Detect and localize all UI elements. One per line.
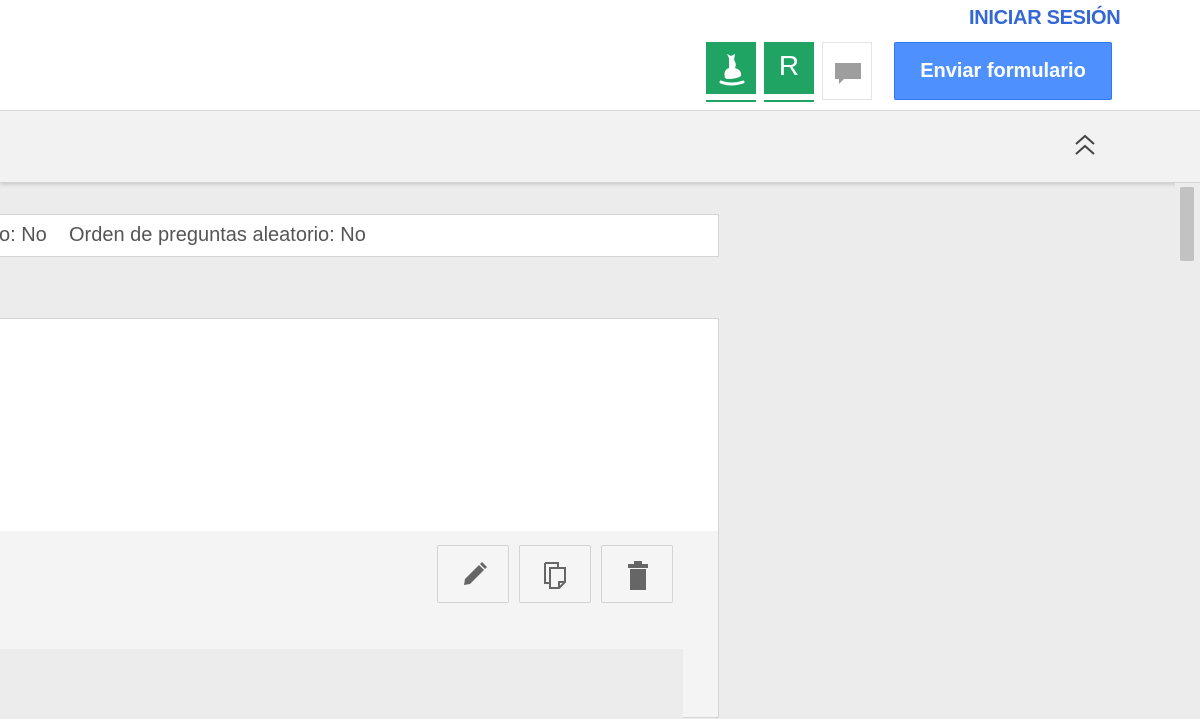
question-card-inner-block xyxy=(0,649,683,719)
toolbar-strip xyxy=(0,111,1200,183)
trash-icon xyxy=(628,561,648,590)
chat-bubble-icon xyxy=(835,63,861,84)
edit-button[interactable] xyxy=(437,545,509,603)
settings-partial-text: o: No xyxy=(0,224,47,246)
addon-r-button[interactable]: R xyxy=(764,42,814,102)
question-card[interactable] xyxy=(0,318,719,719)
signin-link[interactable]: INICIAR SESIÓN xyxy=(969,7,1121,30)
double-chevron-up-icon[interactable] xyxy=(1074,132,1096,158)
animal-logo-icon xyxy=(719,54,745,86)
delete-button[interactable] xyxy=(601,545,673,603)
send-form-button[interactable]: Enviar formulario xyxy=(894,42,1112,100)
random-order-setting: Orden de preguntas aleatorio: No xyxy=(69,224,366,246)
comments-button[interactable] xyxy=(822,42,872,100)
addon-animal-button[interactable] xyxy=(706,42,756,102)
top-bar: INICIAR SESIÓN R Enviar formulario xyxy=(0,0,1200,111)
scrollbar-thumb[interactable] xyxy=(1180,187,1194,261)
duplicate-button[interactable] xyxy=(519,545,591,603)
copy-icon xyxy=(544,562,566,589)
vertical-scrollbar[interactable] xyxy=(1175,183,1200,704)
pencil-icon xyxy=(464,562,487,585)
form-settings-summary: o: No Orden de preguntas aleatorio: No xyxy=(0,214,719,257)
addon-r-letter: R xyxy=(778,50,800,81)
